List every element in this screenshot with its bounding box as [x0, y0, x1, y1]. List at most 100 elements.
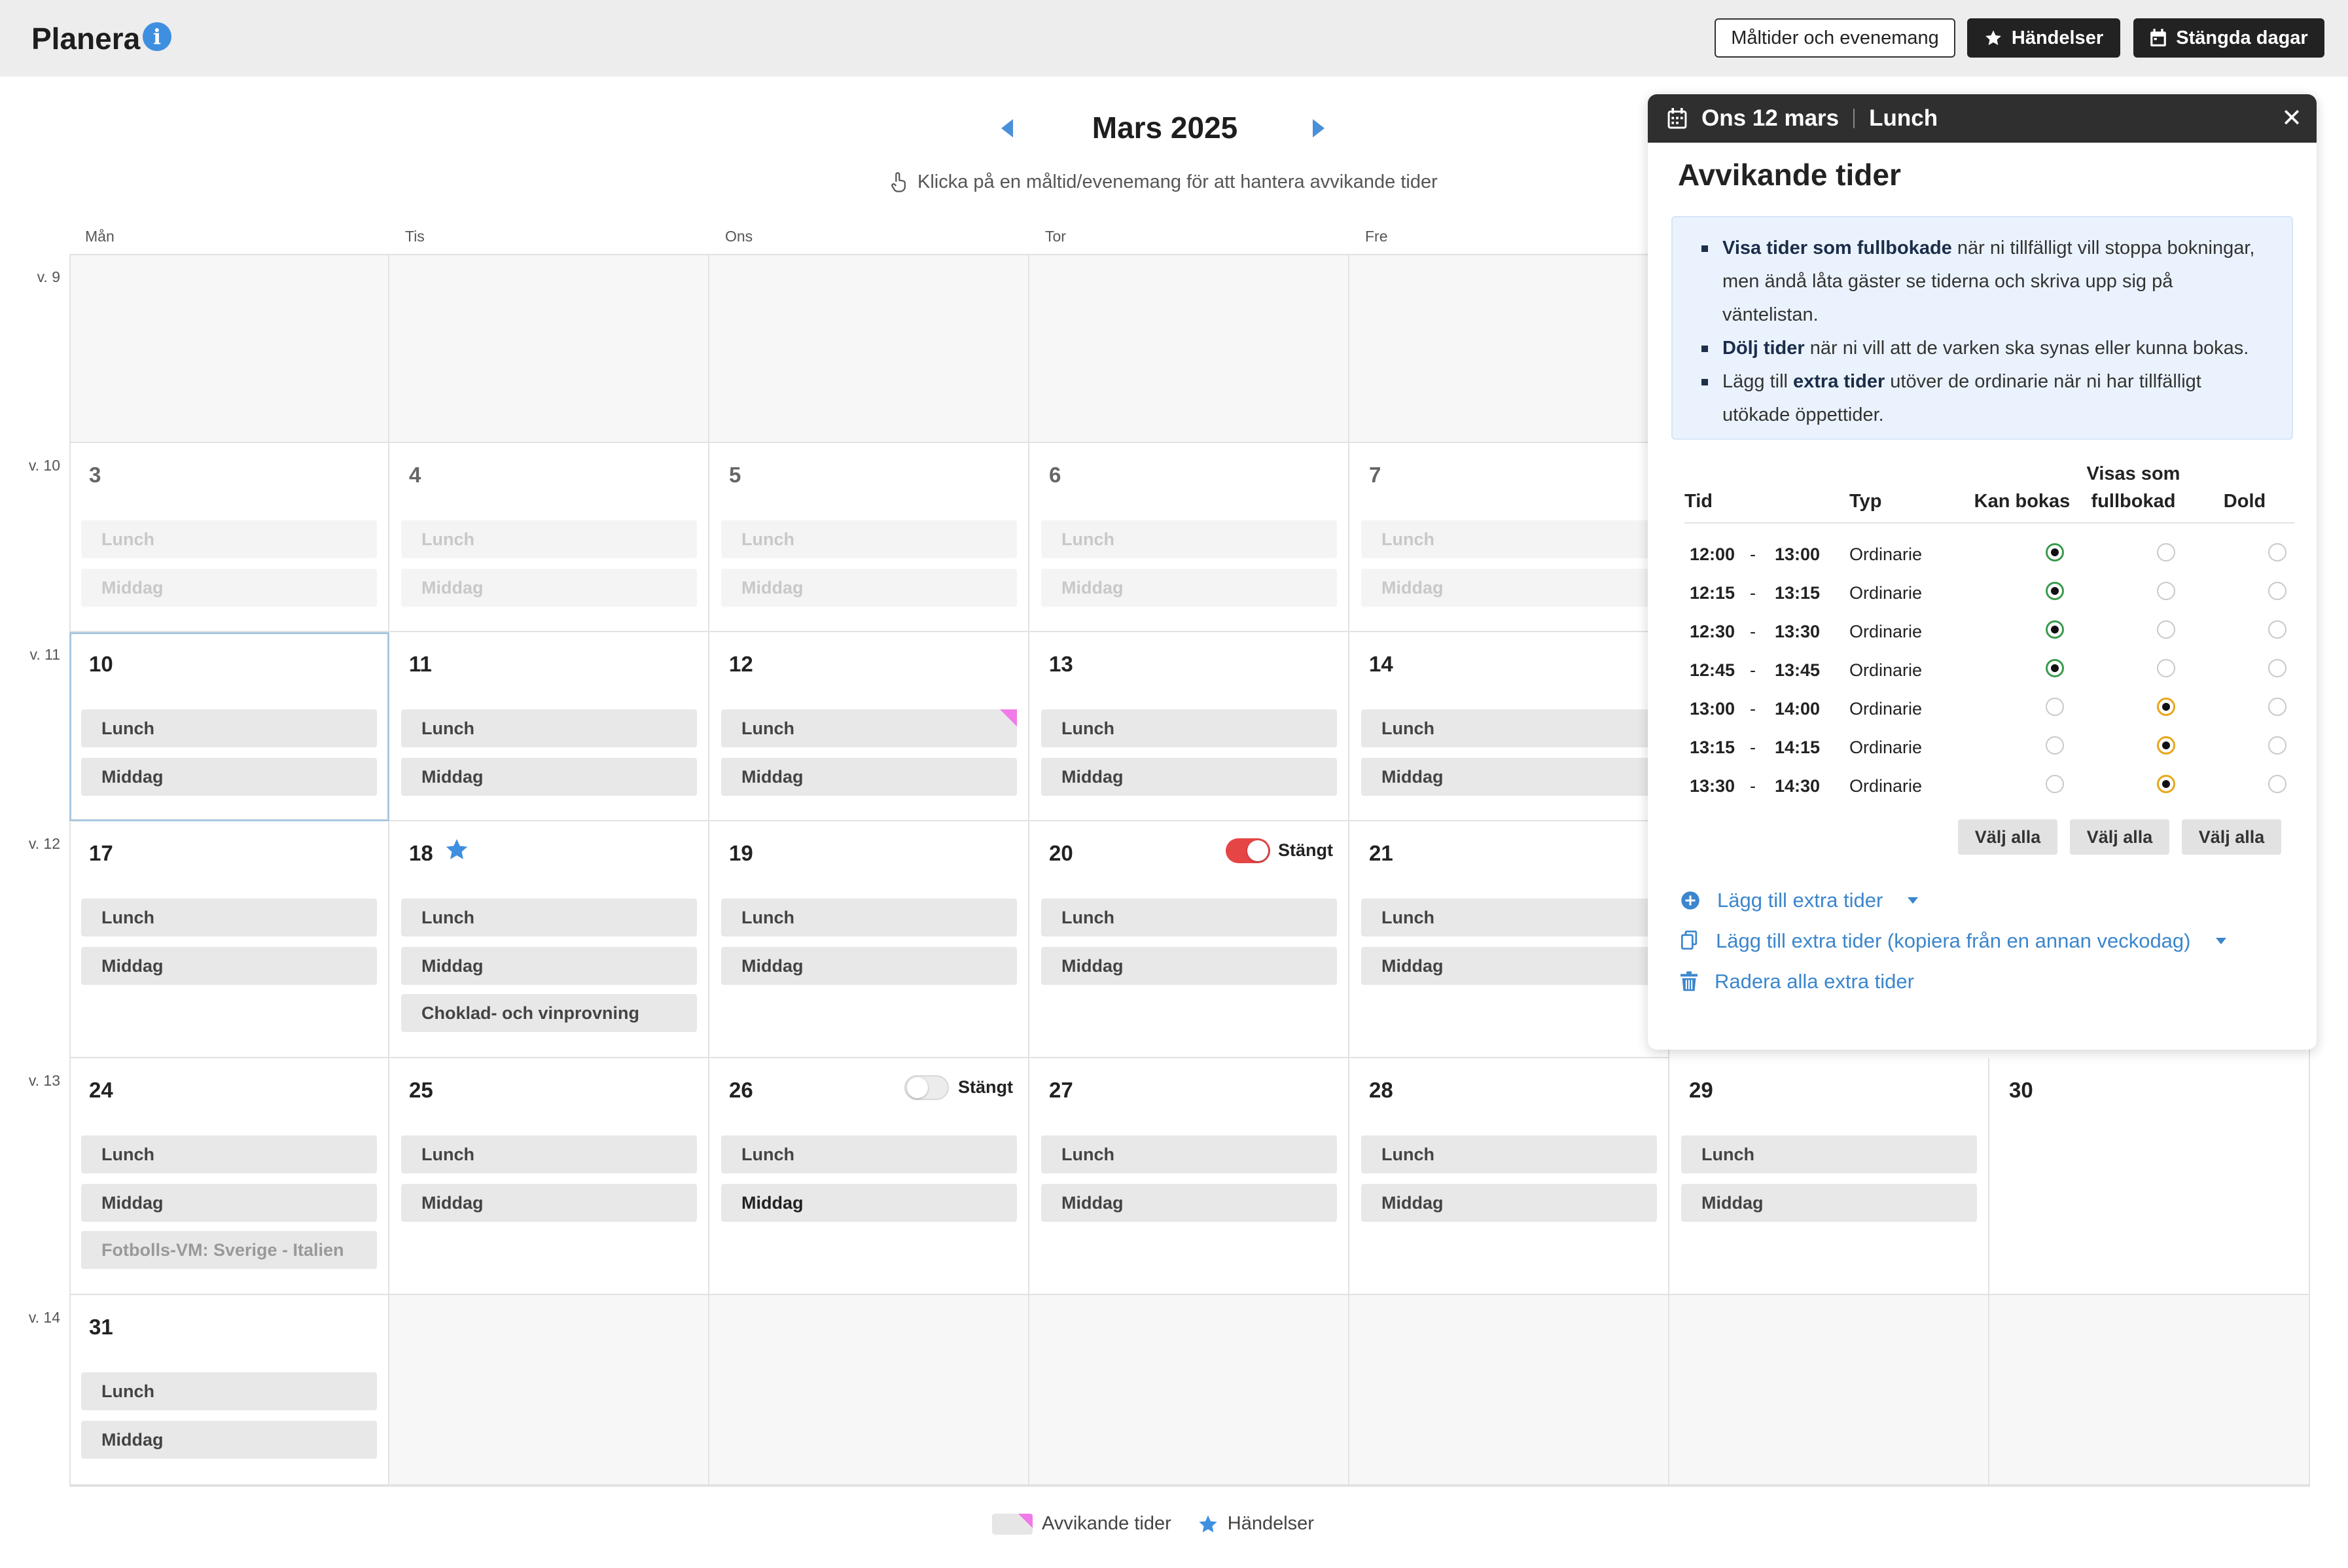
day-cell-19[interactable]: 19 Lunch Middag	[709, 821, 1029, 1058]
closed-toggle[interactable]	[1226, 838, 1270, 863]
meal-lunch[interactable]: Lunch	[1041, 899, 1337, 936]
select-all-full-button[interactable]: Välj alla	[2070, 819, 2169, 855]
meal-dinner[interactable]: Middag	[401, 758, 697, 796]
event-tasting[interactable]: Choklad- och vinprovning	[401, 994, 697, 1032]
meal-lunch[interactable]: Lunch	[81, 1372, 377, 1410]
close-icon[interactable]: ✕	[2281, 106, 2302, 131]
toggle-knob	[1247, 840, 1268, 861]
day-number: 3	[89, 463, 101, 487]
meal-lunch[interactable]: Lunch	[401, 1135, 697, 1173]
day-cell-24[interactable]: 24 Lunch Middag Fotbolls-VM: Sverige - I…	[69, 1058, 389, 1295]
meal-dinner[interactable]: Middag	[81, 758, 377, 796]
day-cell-empty	[1029, 254, 1349, 443]
radio-full[interactable]	[2157, 775, 2175, 793]
radio-full[interactable]	[2157, 659, 2175, 677]
meal-dinner[interactable]: Middag	[81, 947, 377, 985]
meal-lunch[interactable]: Lunch	[1361, 709, 1657, 747]
radio-hidden[interactable]	[2268, 620, 2286, 639]
day-cell-31[interactable]: 31 Lunch Middag	[69, 1295, 389, 1486]
day-cell-12[interactable]: 12 Lunch Middag	[709, 632, 1029, 821]
radio-hidden[interactable]	[2268, 775, 2286, 793]
meal-dinner[interactable]: Middag	[1361, 1184, 1657, 1222]
meal-lunch[interactable]: Lunch	[721, 1135, 1017, 1173]
radio-full[interactable]	[2157, 543, 2175, 561]
top-bar: Planera i Måltider och evenemang Händels…	[0, 0, 2348, 77]
meal-dinner[interactable]: Middag	[721, 758, 1017, 796]
week-label: v. 12	[28, 835, 60, 852]
radio-hidden[interactable]	[2268, 659, 2286, 677]
meal-dinner[interactable]: Middag	[1041, 758, 1337, 796]
meal-dinner[interactable]: Middag	[401, 1184, 697, 1222]
meal-lunch[interactable]: Lunch	[401, 899, 697, 936]
prev-month-arrow-icon[interactable]	[1001, 119, 1013, 137]
radio-full[interactable]	[2157, 698, 2175, 716]
radio-hidden[interactable]	[2268, 736, 2286, 755]
meal-lunch[interactable]: Lunch	[1681, 1135, 1977, 1173]
day-cell-25[interactable]: 25 Lunch Middag	[389, 1058, 709, 1295]
radio-hidden[interactable]	[2268, 698, 2286, 716]
select-all-hidden-button[interactable]: Välj alla	[2182, 819, 2281, 855]
meals-events-button[interactable]: Måltider och evenemang	[1715, 18, 1955, 58]
meal-lunch[interactable]: Lunch	[401, 709, 697, 747]
day-cell-11[interactable]: 11 Lunch Middag	[389, 632, 709, 821]
radio-bookable[interactable]	[2046, 543, 2064, 561]
radio-hidden[interactable]	[2268, 543, 2286, 561]
radio-bookable[interactable]	[2046, 698, 2064, 716]
meal-lunch-deviating[interactable]: Lunch	[721, 709, 1017, 747]
meal-dinner[interactable]: Middag	[1361, 758, 1657, 796]
radio-bookable[interactable]	[2046, 775, 2064, 793]
radio-full[interactable]	[2157, 582, 2175, 600]
day-cell-26[interactable]: 26 Stängt Lunch Middag	[709, 1058, 1029, 1295]
radio-full[interactable]	[2157, 736, 2175, 755]
meal-lunch[interactable]: Lunch	[1041, 709, 1337, 747]
meal-dinner[interactable]: Middag	[1681, 1184, 1977, 1222]
day-cell-20[interactable]: 20 Stängt Lunch Middag	[1029, 821, 1349, 1058]
day-cell-empty	[389, 254, 709, 443]
radio-hidden[interactable]	[2268, 582, 2286, 600]
delete-extra-times-link[interactable]: Radera alla extra tider	[1681, 970, 1914, 993]
meal-dinner[interactable]: Middag	[721, 1184, 1017, 1222]
meal-dinner[interactable]: Middag	[401, 947, 697, 985]
day-cell-18[interactable]: 18 Lunch Middag Choklad- och vinprovning	[389, 821, 709, 1058]
meal-dinner[interactable]: Middag	[1041, 1184, 1337, 1222]
event-football[interactable]: Fotbolls-VM: Sverige - Italien	[81, 1231, 377, 1269]
day-cell-27[interactable]: 27 Lunch Middag	[1029, 1058, 1349, 1295]
closed-days-button[interactable]: Stängda dagar	[2133, 18, 2324, 58]
select-all-bookable-button[interactable]: Välj alla	[1958, 819, 2057, 855]
day-cell-30[interactable]: 30	[1989, 1058, 2310, 1295]
next-month-arrow-icon[interactable]	[1313, 119, 1325, 137]
radio-full[interactable]	[2157, 620, 2175, 639]
meal-lunch[interactable]: Lunch	[721, 899, 1017, 936]
day-cell-28[interactable]: 28 Lunch Middag	[1349, 1058, 1669, 1295]
meal-lunch[interactable]: Lunch	[1041, 1135, 1337, 1173]
meal-lunch[interactable]: Lunch	[81, 899, 377, 936]
day-cell-14[interactable]: 14 Lunch Middag	[1349, 632, 1669, 821]
radio-bookable[interactable]	[2046, 736, 2064, 755]
meal-dinner[interactable]: Middag	[81, 1184, 377, 1222]
time-dash: -	[1750, 738, 1756, 757]
meal-dinner[interactable]: Middag	[1361, 947, 1657, 985]
closed-toggle[interactable]	[904, 1075, 949, 1100]
events-button[interactable]: Händelser	[1967, 18, 2120, 58]
meal-lunch[interactable]: Lunch	[1361, 899, 1657, 936]
meal-lunch[interactable]: Lunch	[1361, 1135, 1657, 1173]
radio-bookable[interactable]	[2046, 659, 2064, 677]
time-row: 12:15-13:15 Ordinarie	[1690, 582, 2292, 609]
meal-lunch[interactable]: Lunch	[81, 709, 377, 747]
meal-lunch[interactable]: Lunch	[81, 1135, 377, 1173]
radio-bookable[interactable]	[2046, 620, 2064, 639]
add-extra-times-copy-link[interactable]: Lägg till extra tider (kopiera från en a…	[1681, 929, 2226, 953]
day-cell-10[interactable]: 10 Lunch Middag	[69, 632, 389, 821]
add-extra-times-label: Lägg till extra tider	[1717, 889, 1883, 912]
add-extra-times-link[interactable]: Lägg till extra tider	[1681, 889, 1919, 912]
meal-dinner[interactable]: Middag	[721, 947, 1017, 985]
meal-dinner[interactable]: Middag	[1041, 947, 1337, 985]
day-cell-21[interactable]: 21 Lunch Middag	[1349, 821, 1669, 1058]
meal-dinner[interactable]: Middag	[81, 1421, 377, 1459]
day-cell-17[interactable]: 17 Lunch Middag	[69, 821, 389, 1058]
info-icon[interactable]: i	[143, 22, 171, 51]
day-cell-13[interactable]: 13 Lunch Middag	[1029, 632, 1349, 821]
radio-bookable[interactable]	[2046, 582, 2064, 600]
end-time: 13:15	[1775, 583, 1821, 603]
day-cell-29[interactable]: 29 Lunch Middag	[1669, 1058, 1989, 1295]
